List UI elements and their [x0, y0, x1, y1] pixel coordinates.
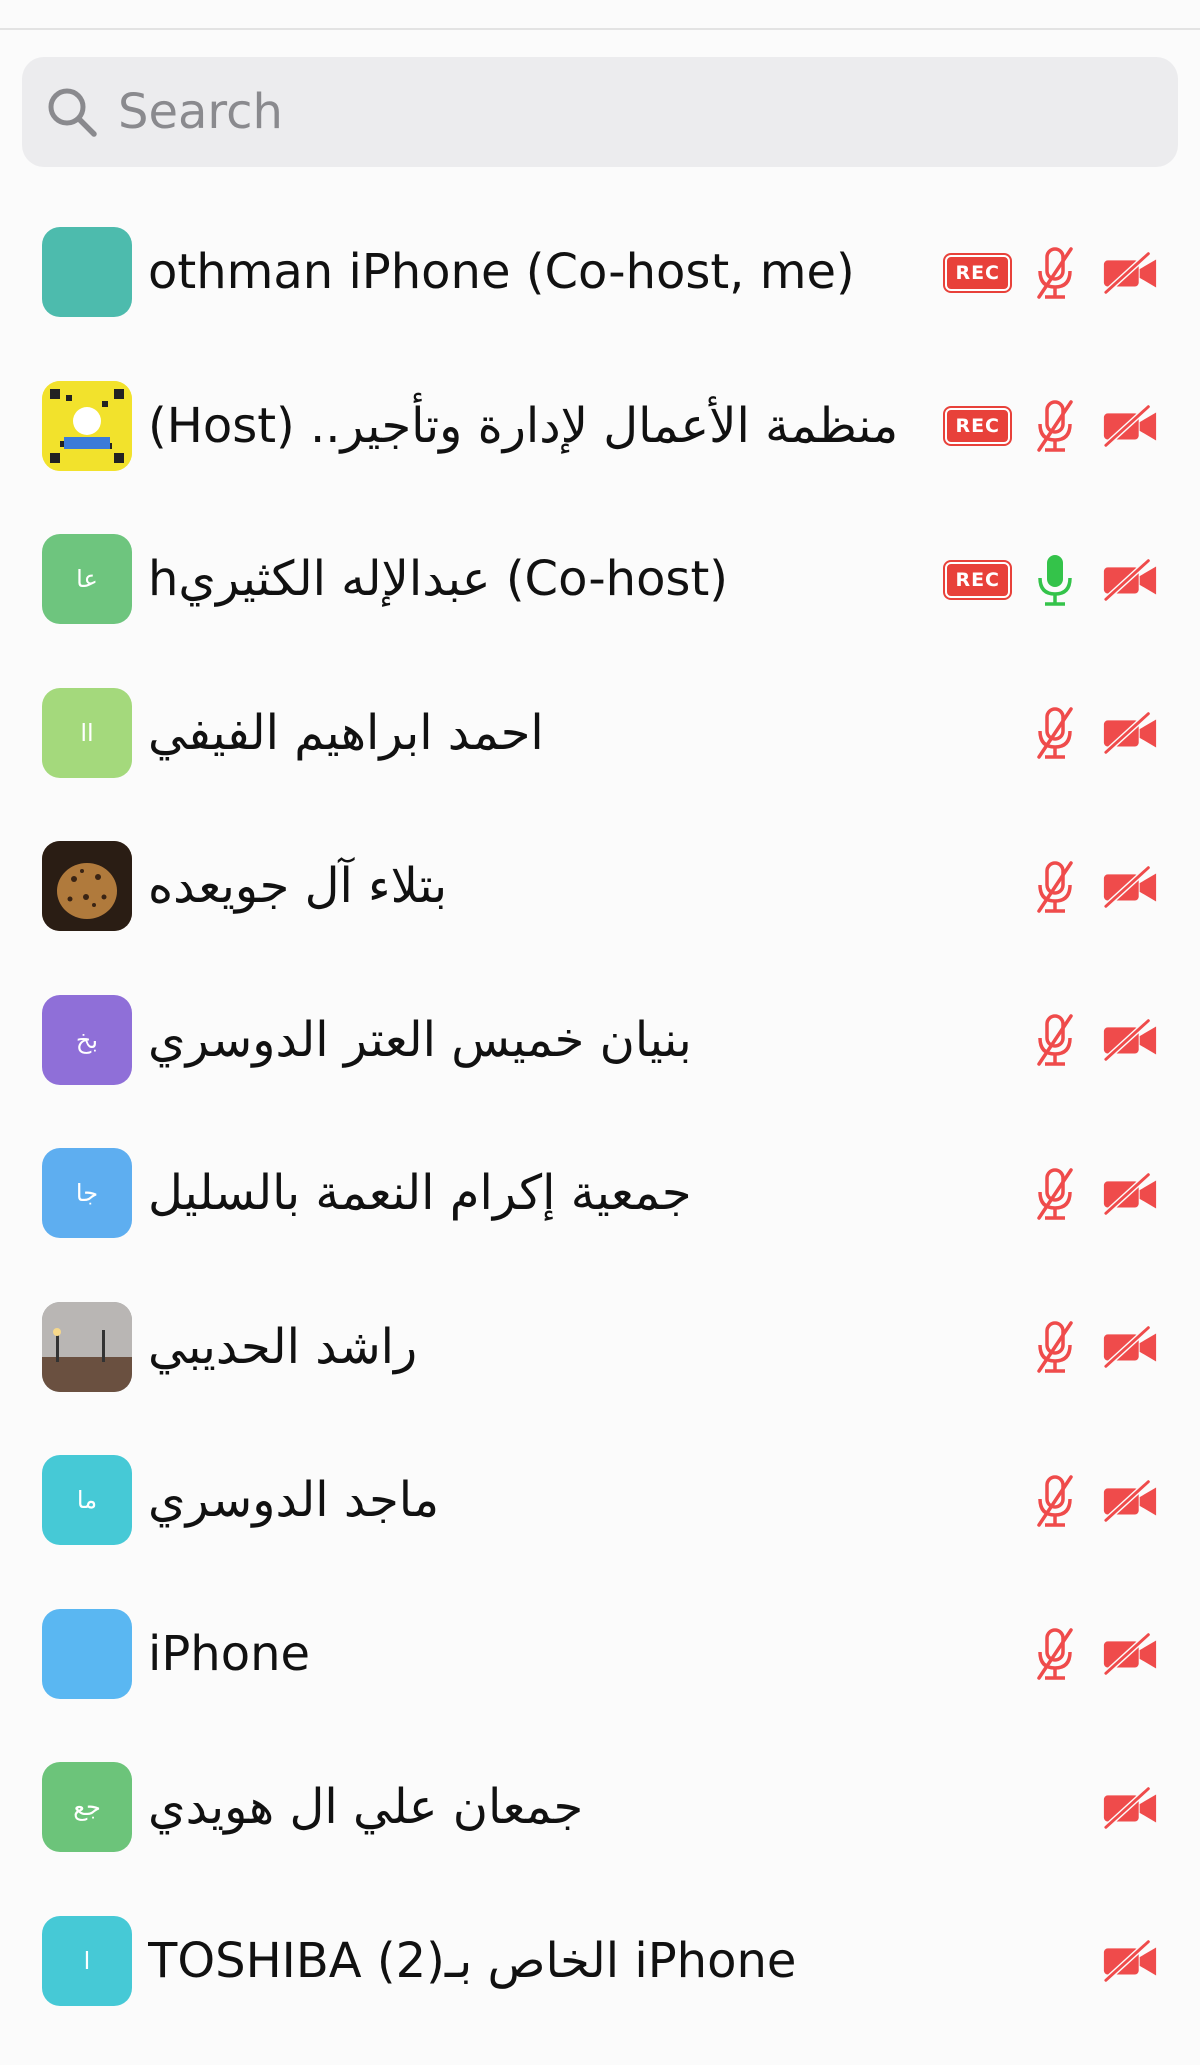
participant-status — [1030, 1578, 1160, 1732]
avatar-initials: ا — [83, 1946, 91, 1975]
mic-muted-icon — [1030, 1162, 1080, 1226]
avatar — [42, 1301, 132, 1392]
participant-name: جمعان علي ال هويدي — [148, 1779, 584, 1835]
avatar-initials: جع — [73, 1793, 101, 1821]
search-input[interactable] — [118, 72, 1118, 152]
avatar: ا — [42, 1915, 132, 2006]
video-off-icon — [1100, 548, 1160, 612]
participant-name: جمعية إكرام النعمة بالسليل — [148, 1165, 692, 1221]
participant-list: othman iPhone (Co-host, me) REC منظمة الأع… — [0, 196, 1200, 2038]
search-bar[interactable] — [22, 57, 1178, 167]
video-off-icon — [1100, 394, 1160, 458]
video-off-icon — [1100, 1469, 1160, 1533]
video-off-icon — [1100, 1162, 1160, 1226]
participant-status — [1030, 1117, 1160, 1271]
avatar — [42, 1608, 132, 1699]
top-divider — [0, 28, 1200, 30]
mic-muted-icon — [1030, 241, 1080, 305]
avatar-initials: جا — [75, 1179, 99, 1207]
video-off-icon — [1100, 241, 1160, 305]
participant-status — [1030, 657, 1160, 811]
avatar-initials: بخ — [75, 1025, 99, 1054]
avatar-initials: عا — [76, 565, 98, 593]
video-off-icon — [1100, 1622, 1160, 1686]
participant-name: راشد الحديبي — [148, 1318, 418, 1375]
participant-row[interactable]: ا TOSHIBA (2)الخاص بـ iPhone — [0, 1885, 1200, 2039]
participant-name: منظمة الأعمال لإدارة وتأجير.. (Host) — [148, 397, 899, 454]
mic-icon — [1030, 548, 1080, 612]
avatar: بخ — [42, 994, 132, 1085]
participant-status — [1030, 964, 1160, 1118]
avatar: ما — [42, 1455, 132, 1545]
mic-muted-icon — [1030, 1315, 1080, 1379]
avatar-initials: اا — [80, 718, 94, 747]
participant-name: iPhone — [148, 1625, 311, 1682]
video-off-icon — [1100, 855, 1160, 919]
participant-name: ماجد الدوسري — [148, 1472, 440, 1528]
video-off-icon — [1100, 1315, 1160, 1379]
participant-row[interactable]: اا احمد ابراهيم الفيفي — [0, 657, 1200, 811]
participant-name: بتلاء آل جويعده — [148, 858, 448, 914]
avatar — [42, 227, 132, 317]
mic-muted-icon — [1030, 701, 1080, 765]
participant-name: TOSHIBA (2)الخاص بـ iPhone — [148, 1932, 797, 1989]
participant-status: REC — [945, 196, 1160, 350]
participant-name: بنيان خميس العتر الدوسري — [148, 1011, 692, 1068]
participant-row[interactable]: جا جمعية إكرام النعمة بالسليل — [0, 1117, 1200, 1271]
participant-name: احمد ابراهيم الفيفي — [148, 704, 544, 761]
mic-muted-icon — [1030, 1008, 1080, 1072]
participant-row[interactable]: بخ بنيان خميس العتر الدوسري — [0, 964, 1200, 1118]
participant-row[interactable]: منظمة الأعمال لإدارة وتأجير.. (Host) REC — [0, 350, 1200, 504]
participant-status — [1030, 810, 1160, 964]
video-off-icon — [1100, 1008, 1160, 1072]
participant-row[interactable]: ما ماجد الدوسري — [0, 1424, 1200, 1578]
participant-row[interactable]: عا hعبدالإله الكثيري (Co-host) REC — [0, 503, 1200, 657]
video-off-icon — [1100, 1929, 1160, 1993]
participant-row[interactable]: بتلاء آل جويعده — [0, 810, 1200, 964]
mic-muted-icon — [1030, 1622, 1080, 1686]
avatar: عا — [42, 534, 132, 624]
mic-muted-icon — [1030, 1469, 1080, 1533]
participant-row[interactable]: راشد الحديبي — [0, 1271, 1200, 1425]
mic-muted-icon — [1030, 394, 1080, 458]
participant-status — [1030, 1424, 1160, 1578]
participant-row[interactable]: othman iPhone (Co-host, me) REC — [0, 196, 1200, 350]
avatar: جع — [42, 1762, 132, 1852]
participant-name: othman iPhone (Co-host, me) — [148, 244, 855, 300]
avatar: اا — [42, 687, 132, 778]
participant-row[interactable]: جع جمعان علي ال هويدي — [0, 1731, 1200, 1885]
participant-row[interactable]: iPhone — [0, 1578, 1200, 1732]
participant-status: REC — [945, 350, 1160, 504]
participant-name: hعبدالإله الكثيري (Co-host) — [148, 551, 728, 607]
avatar-initials: ما — [76, 1486, 98, 1514]
video-off-icon — [1100, 1776, 1160, 1840]
search-icon — [48, 88, 97, 137]
participant-status — [1100, 1731, 1160, 1885]
rec-badge: REC — [945, 408, 1010, 445]
participant-status — [1100, 1885, 1160, 2039]
avatar — [42, 380, 132, 471]
avatar: جا — [42, 1148, 132, 1238]
rec-badge: REC — [945, 254, 1010, 291]
participant-status — [1030, 1271, 1160, 1425]
mic-muted-icon — [1030, 855, 1080, 919]
video-off-icon — [1100, 701, 1160, 765]
avatar — [42, 841, 132, 931]
rec-badge: REC — [945, 561, 1010, 598]
participant-status: REC — [945, 503, 1160, 657]
